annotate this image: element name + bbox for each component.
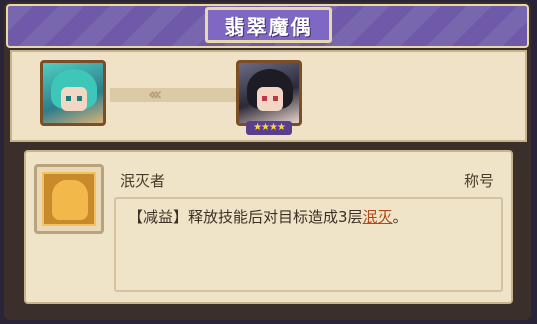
dialog-title: 翡翠魔偶 — [224, 14, 313, 39]
skill-tag: 称号 — [464, 172, 495, 190]
description-suffix: 。 — [392, 208, 408, 226]
portrait-eye — [77, 96, 82, 101]
title-plate: 翡翠魔偶 — [205, 7, 332, 43]
description-prefix: 【减益】释放技能后对目标造成3层 — [128, 208, 363, 226]
portrait-eye — [66, 96, 71, 101]
skill-description: 【减益】释放技能后对目标造成3层泯灭。 — [128, 206, 408, 227]
skill-name: 泯灭者 — [120, 172, 166, 190]
portrait-face — [257, 87, 283, 111]
to-character-portrait[interactable] — [236, 60, 302, 126]
skill-icon — [42, 172, 96, 226]
skill-icon-frame[interactable] — [34, 164, 104, 234]
portrait-eye — [262, 96, 267, 101]
keyword-link[interactable]: 泯灭 — [363, 208, 393, 226]
portrait-eye — [273, 96, 278, 101]
portrait-face — [61, 87, 87, 111]
evolution-arrow-icon: ‹‹‹ — [148, 84, 162, 105]
evolution-arrow-track — [110, 88, 240, 102]
golden-creature-icon — [52, 180, 88, 220]
from-character-portrait[interactable] — [40, 60, 106, 126]
star-rating: ★★★★ — [246, 121, 292, 135]
